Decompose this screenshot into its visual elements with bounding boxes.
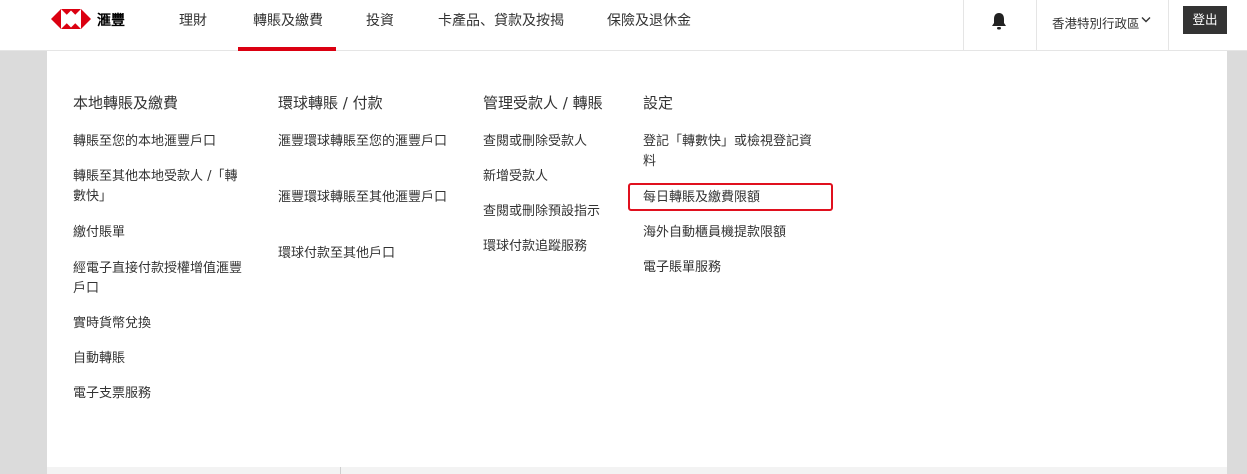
menu-link[interactable]: 登記「轉數快」或檢視登記資料: [643, 132, 815, 172]
bell-icon[interactable]: [991, 12, 1007, 30]
menu-link[interactable]: 新增受款人: [483, 167, 633, 187]
menu-column-settings: 設定: [643, 92, 673, 113]
menu-link[interactable]: 環球付款追蹤服務: [483, 237, 633, 257]
chevron-down-icon[interactable]: [1141, 16, 1151, 24]
menu-link[interactable]: 繳付賬單: [73, 223, 263, 243]
menu-link[interactable]: 電子支票服務: [73, 384, 263, 404]
menu-link[interactable]: 環球付款至其他戶口: [278, 244, 458, 264]
brand-name[interactable]: 滙豐: [97, 10, 125, 30]
menu-link-daily-limit[interactable]: 每日轉賬及繳費限額: [643, 188, 823, 208]
nav-item-cards-loans[interactable]: 卡產品、貸款及按揭: [438, 10, 564, 30]
menu-link[interactable]: 實時貨幣兌換: [73, 314, 263, 334]
menu-link[interactable]: 查閱或刪除預設指示: [483, 202, 633, 222]
panel-bottom-strip: [47, 467, 1227, 474]
nav-item-insurance[interactable]: 保險及退休金: [607, 10, 691, 30]
menu-column-local-transfer: 本地轉賬及繳費: [73, 92, 178, 113]
divider: [963, 0, 964, 51]
region-selector[interactable]: 香港特別行政區: [1052, 13, 1140, 32]
hsbc-logo-icon[interactable]: [51, 9, 91, 29]
menu-link[interactable]: 滙豐環球轉賬至其他滙豐戶口: [278, 188, 458, 208]
menu-link[interactable]: 轉賬至您的本地滙豐戶口: [73, 132, 263, 152]
menu-column-manage-payees: 管理受款人 / 轉賬: [483, 92, 603, 113]
menu-link[interactable]: 轉賬至其他本地受款人 /「轉數快」: [73, 167, 243, 207]
nav-item-wealth[interactable]: 理財: [179, 10, 207, 30]
menu-link[interactable]: 滙豐環球轉賬至您的滙豐戶口: [278, 132, 458, 152]
menu-link[interactable]: 經電子直接付款授權增值滙豐戶口: [73, 259, 253, 299]
divider: [1168, 0, 1169, 51]
menu-link[interactable]: 自動轉賬: [73, 349, 263, 369]
menu-link[interactable]: 查閱或刪除受款人: [483, 132, 633, 152]
column-title: 管理受款人 / 轉賬: [483, 94, 603, 112]
menu-column-global-transfer: 環球轉賬 / 付款: [278, 92, 383, 113]
column-title: 設定: [643, 94, 674, 112]
menu-link[interactable]: 海外自動櫃員機提款限額: [643, 223, 823, 243]
menu-link[interactable]: 電子賬單服務: [643, 258, 823, 278]
column-title: 環球轉賬 / 付款: [278, 94, 383, 112]
nav-item-transfers[interactable]: 轉賬及繳費: [253, 10, 323, 30]
top-nav-bar: 滙豐 理財 轉賬及繳費 投資 卡產品、貸款及按揭 保險及退休金 香港特別行政區 …: [0, 0, 1247, 51]
divider: [1036, 0, 1037, 51]
divider: [340, 467, 341, 474]
nav-item-invest[interactable]: 投資: [366, 10, 394, 30]
column-title: 本地轉賬及繳費: [73, 94, 179, 112]
logout-button[interactable]: 登出: [1183, 6, 1227, 34]
